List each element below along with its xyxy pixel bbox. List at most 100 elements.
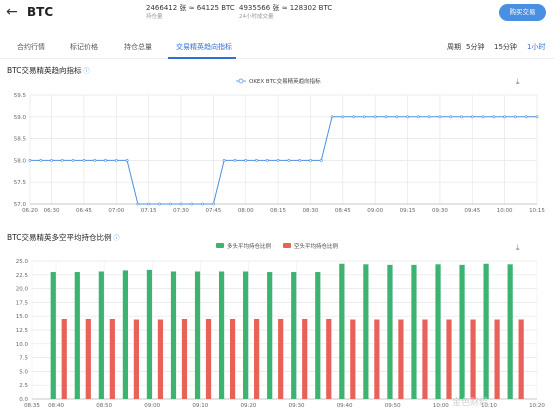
short-ratio-bar (326, 318, 332, 399)
y-tick-label: 2.5 (19, 383, 28, 389)
y-tick-label: 58.0 (14, 158, 27, 164)
x-tick-label: 09:20 (240, 403, 256, 409)
data-point (50, 159, 53, 162)
top-bar: ← BTC 2466412 张 ≈ 64125 BTC 持仓量 4935566 … (0, 0, 554, 30)
data-point (179, 202, 183, 206)
long-ratio-bar (74, 272, 80, 399)
short-ratio-bar (446, 319, 452, 399)
data-point (363, 115, 366, 119)
long-ratio-bar (98, 271, 104, 399)
y-tick-label: 22.5 (16, 273, 29, 279)
y-tick-label: 17.5 (16, 300, 29, 306)
short-ratio-bar (518, 319, 524, 399)
short-ratio-bar (494, 319, 500, 399)
data-point (125, 159, 129, 162)
legend-label: OKEX BTC交易精英趋向指标 (249, 77, 321, 85)
y-tick-label: 58.5 (14, 137, 27, 143)
x-tick-label: 08:30 (303, 208, 319, 214)
y-tick-label: 12.5 (16, 328, 29, 334)
long-ratio-bar (459, 264, 465, 399)
short-ratio-bar (181, 318, 188, 399)
data-point (438, 115, 442, 119)
y-tick-label: 20.0 (16, 287, 29, 293)
x-tick-label: 09:15 (400, 208, 416, 214)
volume-label: 24小时成交量 (239, 14, 274, 20)
data-point (136, 202, 140, 206)
volume-value: 4935566 张 ≈ 128302 BTC (239, 4, 333, 12)
tab-market[interactable]: 合约行情 (17, 42, 45, 52)
data-point (71, 159, 75, 162)
long-ratio-bar (194, 271, 201, 399)
data-point (60, 159, 64, 162)
data-point (460, 115, 463, 119)
period-1h[interactable]: 1小时 (527, 42, 545, 52)
trend-chart-title-text: BTC交易精英趋向指标 (7, 66, 82, 75)
open-interest-stat: 2466412 张 ≈ 64125 BTC 持仓量 (146, 3, 235, 21)
data-point (287, 159, 291, 162)
data-point (514, 115, 517, 119)
x-tick-label: 08:00 (238, 208, 254, 214)
ratio-bar-chart: 0.02.55.07.510.012.515.017.520.022.525.0… (16, 242, 546, 409)
long-ratio-bar (50, 272, 56, 399)
long-ratio-bar (507, 264, 513, 399)
data-point (168, 202, 172, 206)
x-tick-label: 07:45 (205, 208, 221, 214)
data-point (319, 159, 323, 162)
x-tick-label: 09:30 (289, 403, 305, 409)
y-tick-label: 59.0 (14, 115, 27, 121)
coin-title: BTC (27, 5, 54, 19)
y-tick-label: 57.5 (14, 180, 27, 186)
data-point (481, 115, 485, 119)
data-point (255, 159, 258, 162)
data-point (406, 115, 409, 119)
short-ratio-bar (61, 318, 67, 399)
long-ratio-bar (411, 264, 417, 399)
watermark-logo: 金色财经 (452, 398, 489, 408)
long-ratio-bar (363, 264, 369, 399)
short-ratio-bar (85, 318, 91, 399)
long-ratio-bar (339, 263, 345, 399)
x-tick-label: 09:50 (385, 403, 401, 409)
x-tick-label: 10:00 (433, 403, 449, 409)
x-tick-label: 09:10 (192, 403, 208, 409)
x-tick-label: 07:30 (173, 208, 189, 214)
short-ratio-bar (157, 319, 164, 399)
trend-line-chart: 57.057.558.058.559.059.506:20 06:30 06:45 0… (14, 77, 546, 214)
period-15m[interactable]: 15分钟 (494, 42, 517, 52)
x-tick-label: 09:30 (432, 208, 448, 214)
volume-stat: 4935566 张 ≈ 128302 BTC 24小时成交量 (239, 3, 332, 21)
x-tick-label: 10:20 (529, 403, 545, 409)
short-ratio-bar (133, 319, 139, 399)
short-ratio-bar (205, 318, 212, 399)
short-ratio-bar (470, 319, 476, 399)
long-ratio-bar (291, 272, 297, 399)
open-interest-label: 持仓量 (146, 14, 163, 20)
active-tab-indicator (168, 57, 236, 59)
data-point (244, 159, 248, 162)
long-ratio-bar (483, 263, 489, 399)
x-tick-label: 07:00 (108, 208, 124, 214)
x-tick-label: 07:15 (141, 208, 157, 214)
data-point (341, 115, 345, 119)
y-tick-label: 59.5 (14, 93, 27, 99)
short-ratio-bar (229, 318, 236, 399)
buy-trade-button[interactable]: 购买交易 (499, 4, 546, 21)
legend-label: 多头平均持仓比例 (227, 242, 272, 250)
tab-open-interest[interactable]: 持仓总量 (124, 42, 152, 52)
long-ratio-bar (146, 269, 153, 399)
data-point (147, 202, 151, 206)
period-5m[interactable]: 5分钟 (466, 42, 484, 52)
back-arrow-icon[interactable]: ← (6, 4, 18, 20)
tab-mark-price[interactable]: 标记价格 (70, 42, 98, 52)
x-tick-label: 10:00 (497, 208, 513, 214)
data-point (104, 159, 107, 162)
info-icon[interactable]: ⓘ (84, 68, 90, 75)
x-tick-label: 06:45 (76, 208, 92, 214)
x-tick-label: 09:45 (464, 208, 480, 214)
tab-elite-trend[interactable]: 交易精英趋向指标 (176, 42, 232, 52)
legend-label: 空头平均持仓比例 (294, 242, 339, 250)
y-tick-label: 5.0 (19, 369, 28, 375)
short-ratio-bar (278, 318, 284, 399)
long-ratio-bar (243, 271, 249, 399)
data-point (492, 115, 496, 119)
